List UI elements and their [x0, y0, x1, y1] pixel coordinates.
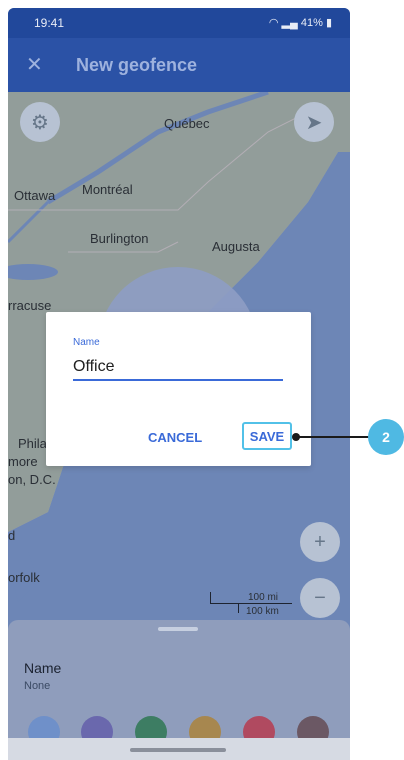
gear-icon: ⚙ — [31, 111, 49, 134]
map-label-ottawa: Ottawa — [14, 188, 56, 203]
map-label-washington: on, D.C. — [8, 472, 56, 487]
system-nav-bar — [8, 738, 350, 760]
map-label-quebec: Québec — [164, 116, 210, 131]
minus-icon: − — [314, 586, 326, 609]
my-location-button[interactable]: ➤ — [294, 102, 334, 142]
plus-icon: + — [314, 530, 326, 553]
sheet-name-value: None — [24, 680, 51, 692]
scale-kilometers: 100 km — [246, 606, 279, 617]
navigation-arrow-icon: ➤ — [305, 111, 323, 134]
close-icon[interactable]: ✕ — [26, 52, 43, 77]
map-label-burlington: Burlington — [90, 231, 149, 246]
status-icons: ◠ ▂▄ 41% ▮ — [269, 16, 332, 29]
zoom-out-button[interactable]: − — [300, 578, 340, 618]
map-label-partial: d — [8, 528, 16, 543]
map-label-augusta: Augusta — [212, 239, 260, 254]
callout-line — [295, 436, 370, 438]
status-time: 19:41 — [34, 16, 65, 30]
wifi-icon: ◠ — [268, 17, 279, 29]
battery-percent: 41% — [300, 17, 323, 29]
status-bar: 19:41 ◠ ▂▄ 41% ▮ — [8, 8, 350, 38]
name-input[interactable] — [73, 355, 283, 381]
home-indicator[interactable] — [130, 748, 226, 752]
signal-icon: ▂▄ — [281, 17, 298, 29]
save-button[interactable]: SAVE — [242, 422, 292, 450]
map-label-montreal: Montréal — [82, 182, 133, 197]
map-label-syracuse: rracuse — [8, 298, 52, 313]
callout-dot — [292, 433, 300, 441]
map-label-philadelphia: Phila — [18, 436, 47, 451]
name-field-label: Name — [73, 337, 100, 348]
map-label-norfolk: orfolk — [8, 570, 40, 585]
app-bar: ✕ New geofence — [8, 38, 350, 92]
sheet-name-label: Name — [24, 660, 62, 676]
rename-dialog: Name CANCEL SAVE — [46, 312, 311, 466]
callout-badge: 2 — [368, 419, 404, 455]
scale-miles: 100 mi — [248, 592, 279, 603]
page-title: New geofence — [76, 55, 198, 75]
map-label-baltimore: more — [8, 454, 38, 469]
battery-icon: ▮ — [325, 17, 332, 29]
map-settings-button[interactable]: ⚙ — [20, 102, 60, 142]
sheet-handle[interactable] — [158, 627, 198, 631]
cancel-button[interactable]: CANCEL — [148, 430, 202, 445]
zoom-in-button[interactable]: + — [300, 522, 340, 562]
